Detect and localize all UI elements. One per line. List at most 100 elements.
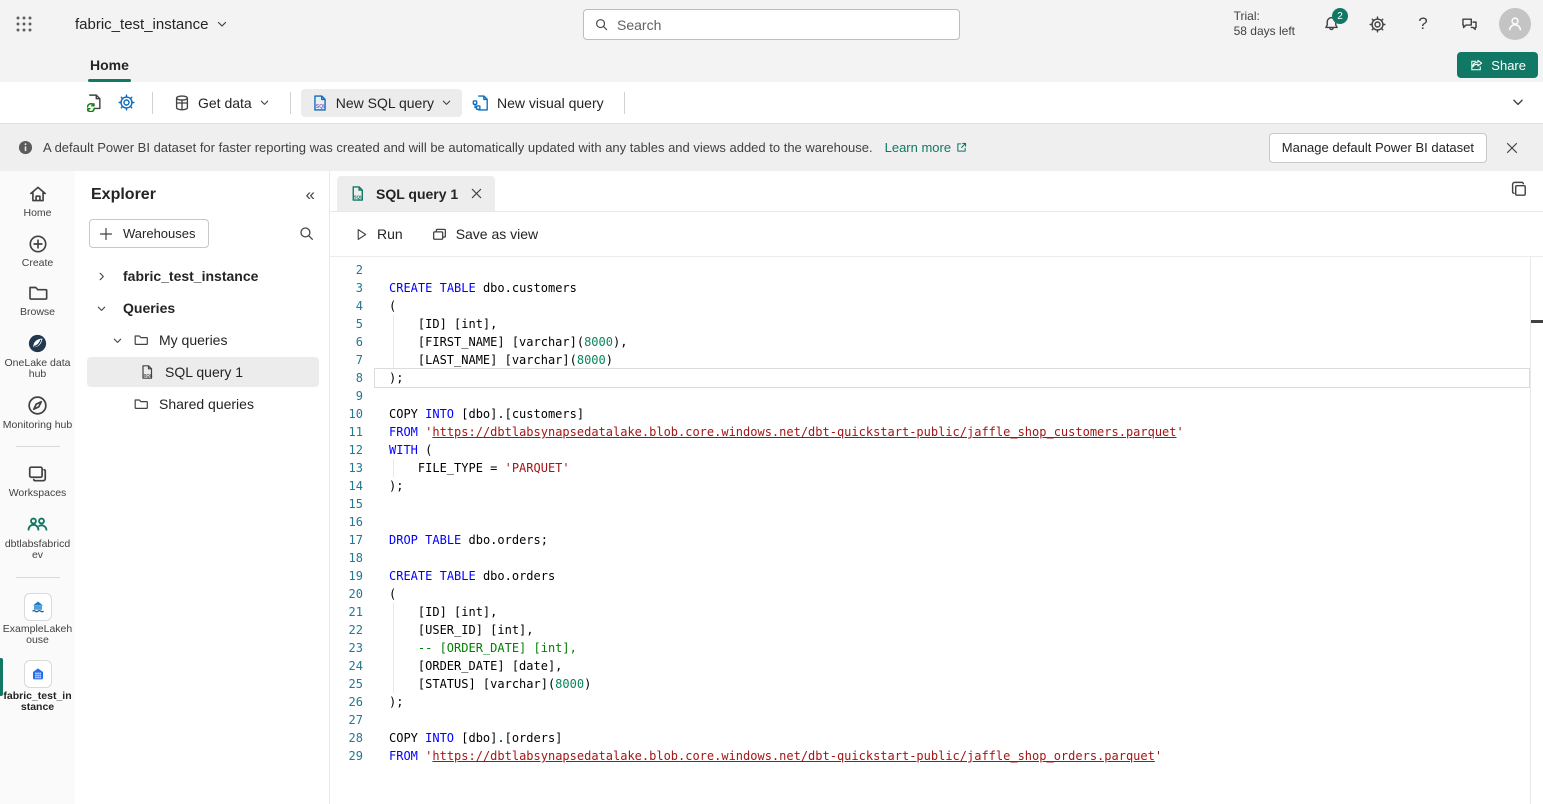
- add-warehouses-button[interactable]: Warehouses: [89, 219, 209, 248]
- account-avatar[interactable]: [1499, 8, 1531, 40]
- refresh-report-button[interactable]: [78, 88, 110, 118]
- line-number: 9: [330, 387, 363, 405]
- global-search[interactable]: [583, 9, 960, 40]
- line-number: 15: [330, 495, 363, 513]
- line-number: 25: [330, 675, 363, 693]
- run-button[interactable]: Run: [344, 220, 413, 248]
- learn-more-link[interactable]: Learn more: [885, 140, 968, 155]
- line-number: 5: [330, 315, 363, 333]
- tab-close-button[interactable]: [468, 185, 485, 202]
- nav-onelake-data-hub[interactable]: OneLake data hub: [0, 332, 75, 381]
- tree-item-shared-queries[interactable]: Shared queries: [75, 388, 329, 420]
- line-number: 29: [330, 747, 363, 765]
- code-line-15[interactable]: 15: [330, 495, 1543, 513]
- tree-item-warehouse-root[interactable]: fabric_test_instance: [75, 260, 329, 292]
- editor-scrollbar[interactable]: [1530, 257, 1543, 804]
- banner-close-button[interactable]: [1497, 133, 1527, 163]
- code-line-7[interactable]: 7 [LAST_NAME] [varchar](8000): [330, 351, 1543, 369]
- chevron-down-icon: [216, 18, 228, 30]
- code-text: );: [389, 369, 403, 387]
- code-line-29[interactable]: 29FROM 'https://dbtlabsynapsedatalake.bl…: [330, 747, 1543, 765]
- share-button[interactable]: Share: [1457, 52, 1538, 78]
- waffle-menu-icon[interactable]: [0, 0, 48, 48]
- code-line-9[interactable]: 9: [330, 387, 1543, 405]
- line-number: 27: [330, 711, 363, 729]
- code-line-22[interactable]: 22 [USER_ID] [int],: [330, 621, 1543, 639]
- code-line-6[interactable]: 6 [FIRST_NAME] [varchar](8000),: [330, 333, 1543, 351]
- code-line-16[interactable]: 16: [330, 513, 1543, 531]
- code-line-26[interactable]: 26);: [330, 693, 1543, 711]
- chevron-down-icon: [96, 303, 107, 314]
- code-text: (: [389, 585, 396, 603]
- code-line-14[interactable]: 14);: [330, 477, 1543, 495]
- collapse-panel-icon[interactable]: «: [306, 185, 315, 205]
- line-number: 28: [330, 729, 363, 747]
- code-line-25[interactable]: 25 [STATUS] [varchar](8000): [330, 675, 1543, 693]
- code-text: -- [ORDER_DATE] [int],: [389, 639, 577, 657]
- code-text: );: [389, 477, 403, 495]
- nav-item-examplelakehouse[interactable]: ExampleLakehouse: [0, 593, 75, 647]
- settings-button[interactable]: [1361, 8, 1393, 40]
- nav-monitoring-hub[interactable]: Monitoring hub: [0, 394, 75, 432]
- code-line-3[interactable]: 3CREATE TABLE dbo.customers: [330, 279, 1543, 297]
- new-sql-query-button[interactable]: SQL New SQL query: [301, 89, 462, 117]
- copy-button[interactable]: [1510, 180, 1529, 199]
- explorer-search-button[interactable]: [298, 225, 315, 242]
- chevron-down-icon: [1511, 95, 1525, 109]
- rail-divider: [16, 577, 60, 578]
- query-toolbar: Run Save as view: [330, 212, 1543, 257]
- line-number: 13: [330, 459, 363, 477]
- sql-code-editor[interactable]: 23CREATE TABLE dbo.customers4(5 [ID] [in…: [330, 257, 1543, 804]
- nav-workspaces[interactable]: Workspaces: [0, 462, 75, 500]
- manage-dataset-button[interactable]: Manage default Power BI dataset: [1269, 133, 1487, 163]
- collapse-ribbon-button[interactable]: [1511, 95, 1525, 109]
- code-line-23[interactable]: 23 -- [ORDER_DATE] [int],: [330, 639, 1543, 657]
- line-number: 2: [330, 261, 363, 279]
- code-line-11[interactable]: 11FROM 'https://dbtlabsynapsedatalake.bl…: [330, 423, 1543, 441]
- code-text: CREATE TABLE dbo.orders: [389, 567, 555, 585]
- plus-circle-icon: [27, 233, 49, 255]
- line-number: 21: [330, 603, 363, 621]
- nav-home[interactable]: Home: [0, 183, 75, 220]
- nav-workspace-dbtlabsfabricdev[interactable]: dbtlabsfabricdev: [0, 513, 75, 562]
- nav-item-fabric-test-instance[interactable]: fabric_test_instance: [0, 660, 75, 714]
- workspace-selector[interactable]: fabric_test_instance: [75, 16, 228, 33]
- feedback-button[interactable]: [1453, 8, 1485, 40]
- external-link-icon: [955, 141, 968, 154]
- code-line-10[interactable]: 10COPY INTO [dbo].[customers]: [330, 405, 1543, 423]
- tree-item-my-queries[interactable]: My queries: [75, 324, 329, 356]
- code-line-27[interactable]: 27: [330, 711, 1543, 729]
- code-line-28[interactable]: 28COPY INTO [dbo].[orders]: [330, 729, 1543, 747]
- code-line-8[interactable]: 8);: [330, 369, 1543, 387]
- ribbon-settings-button[interactable]: [110, 88, 142, 118]
- new-visual-query-button[interactable]: New visual query: [462, 89, 614, 117]
- line-number: 3: [330, 279, 363, 297]
- tree-item-queries[interactable]: Queries: [75, 292, 329, 324]
- tab-home[interactable]: Home: [82, 48, 137, 82]
- code-line-12[interactable]: 12WITH (: [330, 441, 1543, 459]
- code-line-24[interactable]: 24 [ORDER_DATE] [date],: [330, 657, 1543, 675]
- code-line-19[interactable]: 19CREATE TABLE dbo.orders: [330, 567, 1543, 585]
- notifications-button[interactable]: 2: [1315, 8, 1347, 40]
- tree-item-sql-query-1[interactable]: SQL SQL query 1: [75, 356, 329, 388]
- code-text: [USER_ID] [int],: [389, 621, 534, 639]
- code-line-20[interactable]: 20(: [330, 585, 1543, 603]
- search-input[interactable]: [617, 17, 949, 33]
- code-line-5[interactable]: 5 [ID] [int],: [330, 315, 1543, 333]
- code-line-17[interactable]: 17DROP TABLE dbo.orders;: [330, 531, 1543, 549]
- code-line-18[interactable]: 18: [330, 549, 1543, 567]
- nav-create[interactable]: Create: [0, 233, 75, 270]
- chevron-down-icon: [259, 97, 270, 108]
- close-icon: [1505, 141, 1519, 155]
- get-data-button[interactable]: Get data: [163, 89, 280, 117]
- code-line-2[interactable]: 2: [330, 261, 1543, 279]
- monitoring-compass-icon: [26, 394, 49, 417]
- save-as-view-button[interactable]: Save as view: [421, 220, 548, 249]
- help-button[interactable]: ?: [1407, 8, 1439, 40]
- code-line-21[interactable]: 21 [ID] [int],: [330, 603, 1543, 621]
- tab-sql-query-1[interactable]: SQL SQL query 1: [337, 176, 495, 211]
- code-text: FILE_TYPE = 'PARQUET': [389, 459, 570, 477]
- code-line-13[interactable]: 13 FILE_TYPE = 'PARQUET': [330, 459, 1543, 477]
- nav-browse[interactable]: Browse: [0, 282, 75, 319]
- code-line-4[interactable]: 4(: [330, 297, 1543, 315]
